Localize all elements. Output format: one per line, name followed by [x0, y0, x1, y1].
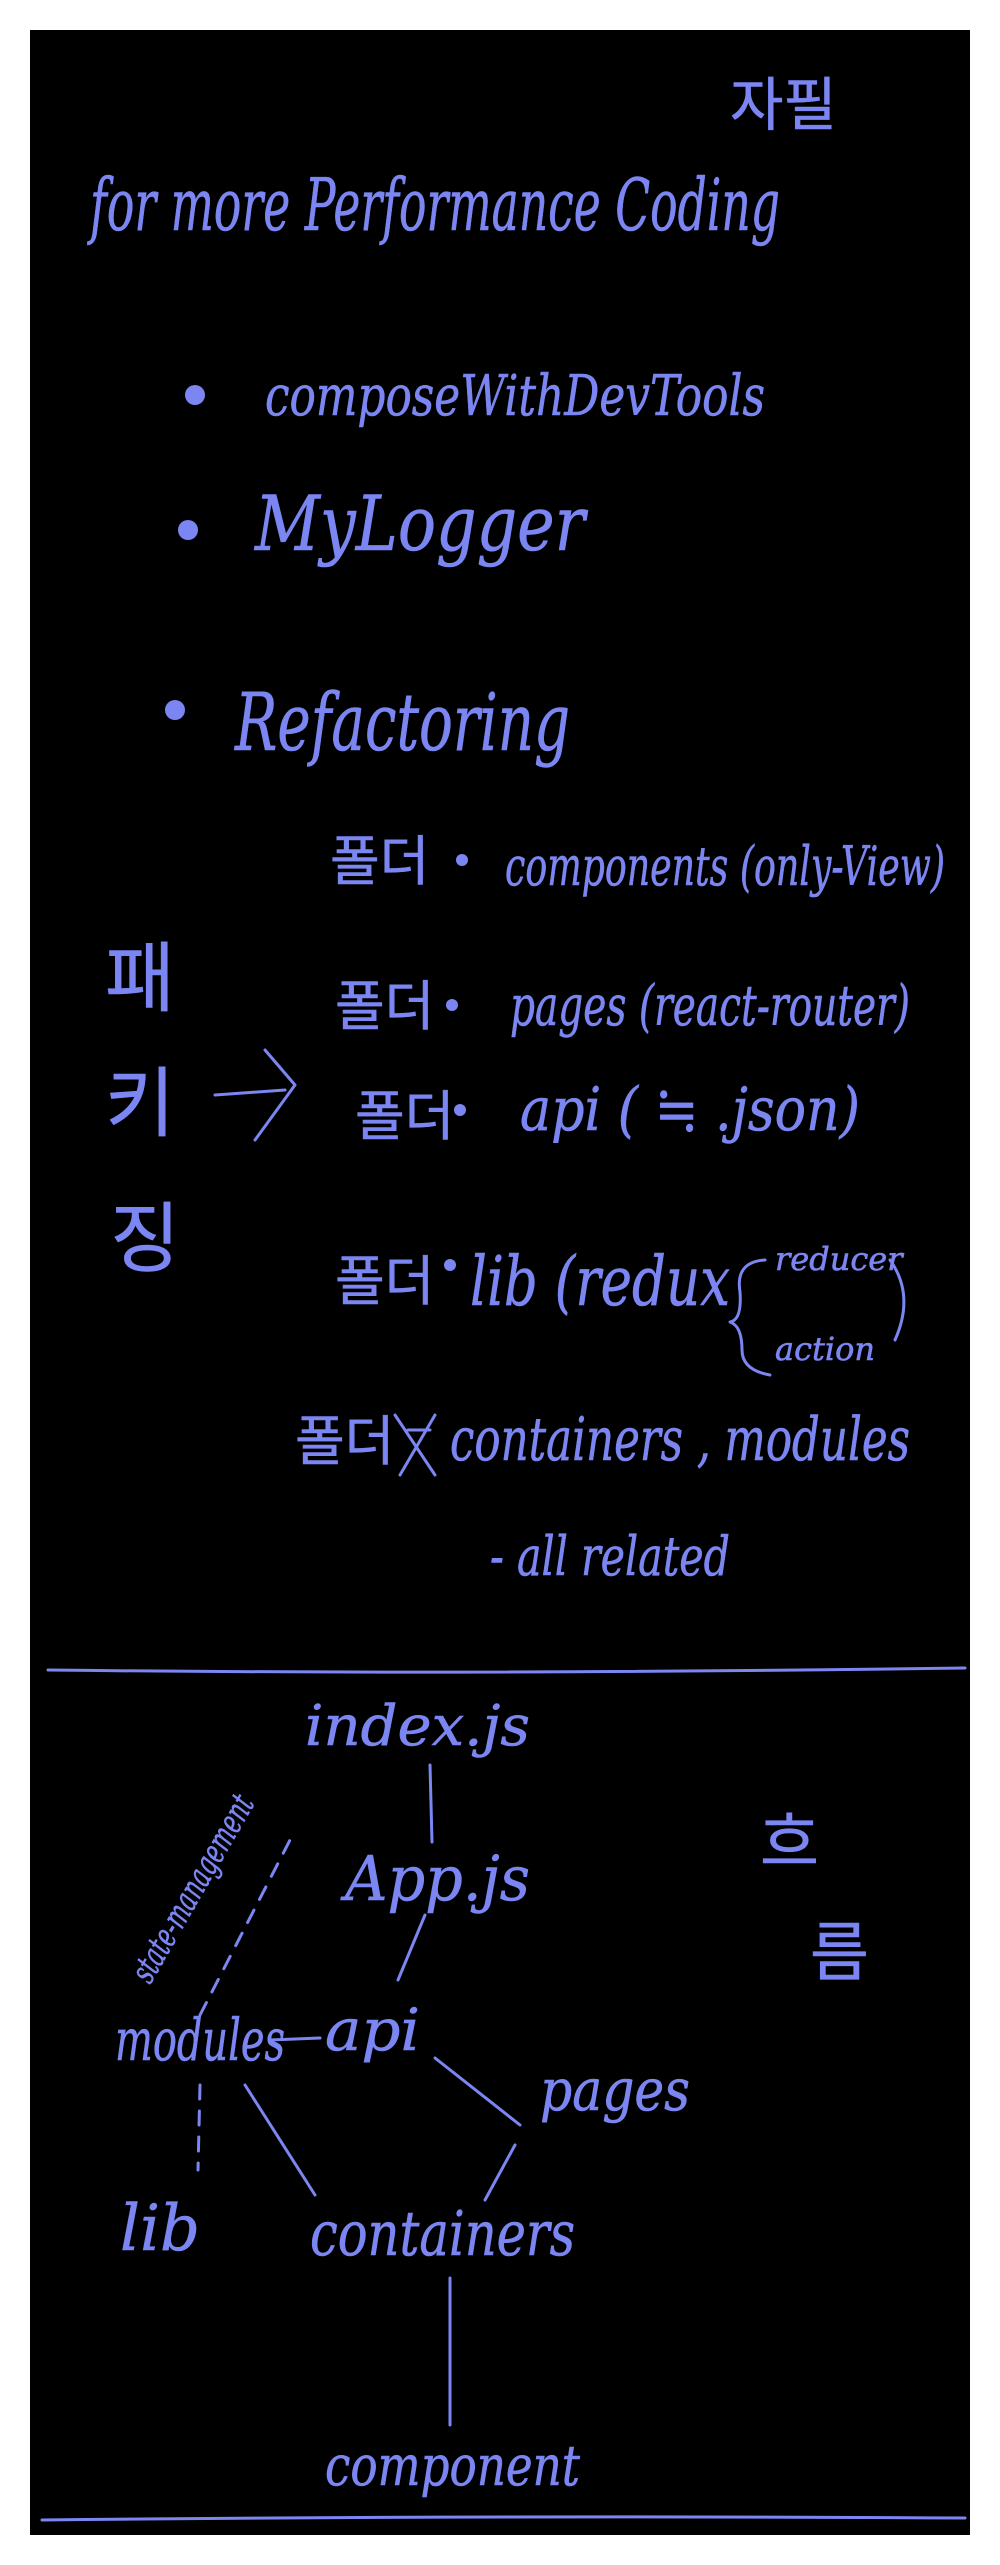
- edge-app-to-api: [396, 1913, 427, 1982]
- flow-label-line: 름: [810, 1917, 869, 1991]
- folder-word: 폴더: [335, 975, 434, 1038]
- brace-icon: [728, 1258, 772, 1377]
- arrow-right-icon: [253, 1048, 297, 1142]
- section-divider: [46, 1666, 967, 1674]
- arrow-right-icon: [213, 1088, 287, 1097]
- edge-modules-to-lib-dashed: [196, 2083, 202, 2172]
- flow-label-line: 흐: [760, 1807, 819, 1881]
- edge-index-to-app: [428, 1763, 434, 1844]
- corner-tag: 자필: [730, 71, 837, 139]
- bullet-mylogger: MyLogger: [253, 479, 589, 568]
- side-label-line: 패: [105, 934, 175, 1023]
- folder-pages: pages (react-router): [510, 974, 910, 1039]
- bullet-dot: [456, 854, 468, 866]
- folder-containers-modules: containers , modules: [450, 1405, 910, 1475]
- node-pages: pages: [540, 2056, 690, 2124]
- bullet-refactoring: Refactoring: [234, 676, 570, 769]
- folder-lib: lib (redux: [470, 1243, 730, 1322]
- handwritten-notes: 자필 for more Performance Coding composeWi…: [40, 71, 967, 2522]
- edge-label-state-management: state-management: [123, 1787, 263, 1989]
- whiteboard-canvas: 자필 for more Performance Coding composeWi…: [30, 30, 970, 2535]
- folder-word: 폴더: [295, 1410, 394, 1473]
- folder-word: 폴더: [355, 1085, 454, 1148]
- folder-components: components (only-View): [505, 835, 945, 898]
- edge-pages-to-containers: [483, 2143, 517, 2202]
- edge-api-to-pages: [433, 2056, 522, 2127]
- star-mark-icon: [393, 1413, 437, 1477]
- page-title: for more Performance Coding: [87, 163, 780, 247]
- edge-modules-to-api: [268, 2036, 322, 2042]
- bullet-dot: [454, 1104, 466, 1116]
- bullet-dot: [165, 700, 185, 720]
- folder-api: api ( ≒ .json): [520, 1075, 860, 1145]
- node-app-js: App.js: [340, 1842, 530, 1915]
- node-containers: containers: [310, 2197, 575, 2270]
- folder-note: - all related: [490, 1525, 730, 1588]
- bullet-dot: [185, 385, 205, 405]
- node-index-js: index.js: [305, 1694, 530, 1759]
- bullet-dot: [178, 520, 198, 540]
- section-divider: [40, 2515, 967, 2522]
- edge-modules-to-containers: [243, 2083, 317, 2197]
- node-api: api: [325, 1996, 420, 2064]
- lib-sub-reducer: reducer: [775, 1240, 904, 1278]
- bullet-dot: [444, 1259, 456, 1271]
- folder-word: 폴더: [335, 1250, 434, 1313]
- bullet-dot: [446, 999, 458, 1011]
- node-lib: lib: [120, 2192, 200, 2266]
- node-component: component: [325, 2434, 580, 2499]
- side-label-line: 징: [110, 1194, 180, 1283]
- side-label-line: 키: [105, 1059, 175, 1148]
- lib-sub-action: action: [775, 1330, 875, 1368]
- bullet-compose-with-devtools: composeWithDevTools: [265, 364, 765, 429]
- folder-word: 폴더: [330, 830, 429, 893]
